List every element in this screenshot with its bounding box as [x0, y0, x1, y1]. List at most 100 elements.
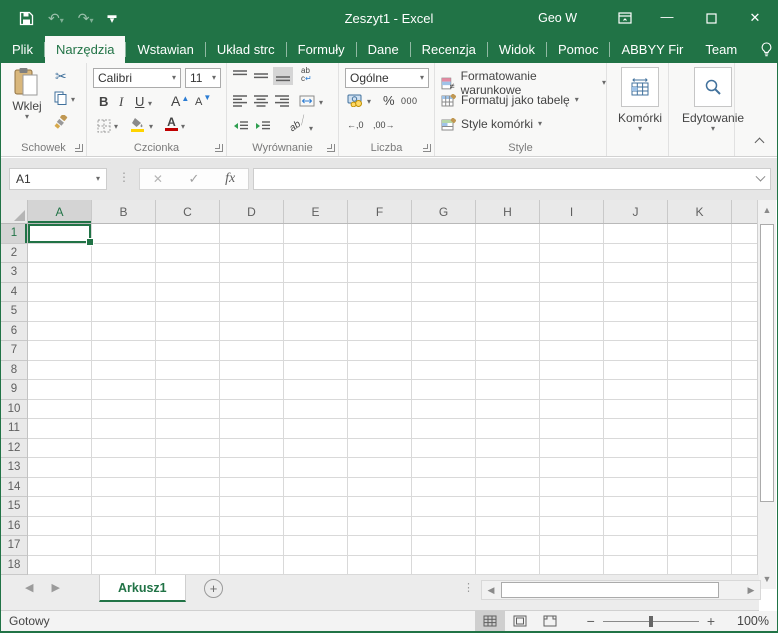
horizontal-scrollbar[interactable]: ◀ ▶ — [481, 580, 761, 600]
tab-wstawian[interactable]: Wstawian — [126, 36, 204, 63]
select-all-button[interactable] — [1, 200, 28, 223]
cell-F16[interactable] — [348, 516, 412, 536]
column-header-G[interactable]: G — [412, 200, 476, 223]
cell-J16[interactable] — [604, 516, 668, 536]
cell-E2[interactable] — [284, 243, 348, 263]
row-header-8[interactable]: 8 — [1, 361, 27, 380]
cell-K8[interactable] — [668, 360, 732, 380]
cell-H16[interactable] — [476, 516, 540, 536]
cell-G5[interactable] — [412, 302, 476, 322]
cell-D16[interactable] — [220, 516, 284, 536]
scroll-up-icon[interactable]: ▲ — [758, 200, 776, 220]
cell-H14[interactable] — [476, 477, 540, 497]
align-middle-icon[interactable] — [254, 70, 268, 82]
cell-I18[interactable] — [540, 555, 604, 575]
cell-D11[interactable] — [220, 419, 284, 439]
merge-caret-icon[interactable]: ▾ — [319, 99, 323, 107]
row-header-16[interactable]: 16 — [1, 517, 27, 536]
row-header-10[interactable]: 10 — [1, 400, 27, 419]
cell-K12[interactable] — [668, 438, 732, 458]
cell-C1[interactable] — [156, 224, 220, 244]
column-header-A[interactable]: A — [28, 200, 92, 223]
row-header-9[interactable]: 9 — [1, 380, 27, 400]
cell-K3[interactable] — [668, 263, 732, 283]
cell-K18[interactable] — [668, 555, 732, 575]
cell-F6[interactable] — [348, 321, 412, 341]
close-button[interactable]: ✕ — [733, 0, 777, 36]
cell-K6[interactable] — [668, 321, 732, 341]
align-center-icon[interactable] — [254, 95, 268, 107]
cell-D6[interactable] — [220, 321, 284, 341]
font-color-caret-icon[interactable]: ▾ — [181, 123, 185, 131]
account-user[interactable]: Geo W — [538, 11, 577, 25]
cell-G2[interactable] — [412, 243, 476, 263]
cell-J11[interactable] — [604, 419, 668, 439]
cell-C16[interactable] — [156, 516, 220, 536]
insert-function-icon[interactable]: fx — [225, 171, 235, 187]
orientation-caret-icon[interactable]: ▾ — [309, 125, 313, 133]
cell-partial-7[interactable] — [732, 341, 759, 361]
cell-A2[interactable] — [28, 243, 92, 263]
accounting-caret-icon[interactable]: ▾ — [367, 98, 371, 106]
row-header-3[interactable]: 3 — [1, 263, 27, 283]
cell-G6[interactable] — [412, 321, 476, 341]
cell-A14[interactable] — [28, 477, 92, 497]
cell-J8[interactable] — [604, 360, 668, 380]
cell-I7[interactable] — [540, 341, 604, 361]
decrease-decimal-icon[interactable]: ,00→ — [373, 121, 395, 130]
tab-recenzja[interactable]: Recenzja — [411, 36, 487, 63]
cell-F4[interactable] — [348, 282, 412, 302]
cell-C17[interactable] — [156, 536, 220, 556]
enter-icon[interactable]: ✓ — [189, 171, 200, 187]
row-header-11[interactable]: 11 — [1, 419, 27, 439]
cell-G11[interactable] — [412, 419, 476, 439]
cell-partial-4[interactable] — [732, 282, 759, 302]
fill-color-caret-icon[interactable]: ▾ — [149, 123, 153, 131]
cell-H8[interactable] — [476, 360, 540, 380]
row-header-12[interactable]: 12 — [1, 439, 27, 458]
row-header-17[interactable]: 17 — [1, 536, 27, 556]
cell-J12[interactable] — [604, 438, 668, 458]
cell-E5[interactable] — [284, 302, 348, 322]
cell-K4[interactable] — [668, 282, 732, 302]
font-name-combo[interactable]: Calibri ▾ — [93, 68, 181, 88]
cell-B13[interactable] — [92, 458, 156, 478]
cell-H4[interactable] — [476, 282, 540, 302]
cell-partial-11[interactable] — [732, 419, 759, 439]
cell-B17[interactable] — [92, 536, 156, 556]
name-box-caret-icon[interactable]: ▾ — [96, 175, 100, 183]
tab-abbyy-fir[interactable]: ABBYY Fir — [610, 36, 694, 63]
cell-G9[interactable] — [412, 380, 476, 400]
cell-J5[interactable] — [604, 302, 668, 322]
cell-partial-8[interactable] — [732, 360, 759, 380]
cell-F3[interactable] — [348, 263, 412, 283]
zoom-slider-thumb[interactable] — [648, 615, 653, 627]
increase-indent-icon[interactable] — [255, 121, 270, 132]
cell-E17[interactable] — [284, 536, 348, 556]
cell-F9[interactable] — [348, 380, 412, 400]
cell-I16[interactable] — [540, 516, 604, 536]
cell-F10[interactable] — [348, 399, 412, 419]
align-bottom-icon[interactable] — [273, 67, 293, 85]
tab-widok[interactable]: Widok — [488, 36, 546, 63]
cell-D10[interactable] — [220, 399, 284, 419]
row-header-14[interactable]: 14 — [1, 478, 27, 497]
cell-A9[interactable] — [28, 380, 92, 400]
cell-D9[interactable] — [220, 380, 284, 400]
cell-C14[interactable] — [156, 477, 220, 497]
cell-G13[interactable] — [412, 458, 476, 478]
tell-me[interactable]: Powiedz i — [748, 36, 778, 63]
cell-partial-14[interactable] — [732, 477, 759, 497]
cell-D14[interactable] — [220, 477, 284, 497]
redo-icon[interactable]: ↷▾ — [78, 10, 94, 27]
tab-plik[interactable]: Plik — [1, 36, 44, 63]
name-box[interactable]: A1 ▾ — [9, 168, 107, 190]
cell-C9[interactable] — [156, 380, 220, 400]
cell-K14[interactable] — [668, 477, 732, 497]
column-header-D[interactable]: D — [220, 200, 284, 223]
cell-J2[interactable] — [604, 243, 668, 263]
underline-button[interactable]: U — [135, 94, 144, 109]
cell-G12[interactable] — [412, 438, 476, 458]
zoom-out-icon[interactable]: − — [579, 613, 603, 629]
cancel-icon[interactable]: ✕ — [153, 172, 163, 186]
